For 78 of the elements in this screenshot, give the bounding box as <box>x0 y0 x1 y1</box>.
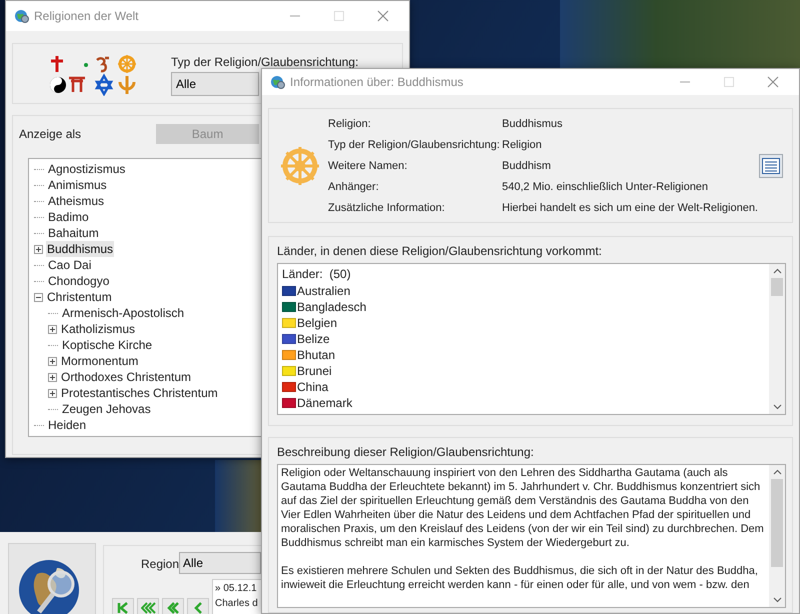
country-item[interactable]: Brunei <box>297 363 332 379</box>
globe-icon <box>270 74 286 90</box>
list-header: Länder: (50) <box>282 266 352 283</box>
scroll-down-icon[interactable] <box>772 404 782 410</box>
close-icon[interactable] <box>767 76 779 88</box>
tree-item[interactable]: Bahaitum <box>47 225 100 241</box>
expand-icon[interactable] <box>48 372 57 382</box>
tree-item[interactable]: Chondogyo <box>47 273 110 289</box>
expand-icon[interactable] <box>34 244 43 254</box>
country-item[interactable]: Bhutan <box>297 347 336 363</box>
country-item[interactable]: China <box>297 379 328 395</box>
expand-icon[interactable] <box>48 388 57 398</box>
scroll-up-icon[interactable] <box>772 469 782 475</box>
nav-button[interactable] <box>137 598 159 614</box>
nav-button[interactable] <box>162 598 184 614</box>
description-label: Beschreibung dieser Religion/Glaubensrichtung: <box>277 445 535 459</box>
tree-item[interactable]: Badimo <box>47 209 90 225</box>
field-value: Buddhismus <box>502 116 564 132</box>
country-item[interactable]: Australien <box>297 283 350 299</box>
window-title: Informationen über: Buddhismus <box>290 74 464 91</box>
tree-item[interactable]: Cao Dai <box>47 257 92 273</box>
globe-button[interactable] <box>8 543 96 614</box>
list-icon <box>762 158 780 174</box>
scroll-thumb[interactable] <box>771 278 783 296</box>
land-area <box>215 460 261 532</box>
region-dropdown[interactable]: Alle <box>179 552 261 574</box>
field-label: Anhänger: <box>328 180 380 194</box>
tree-item[interactable]: Atheismus <box>47 193 106 209</box>
window-title: Religionen der Welt <box>34 8 139 25</box>
field-value: Religion <box>502 138 543 152</box>
type-dropdown[interactable]: Alle <box>171 72 259 96</box>
tree-item[interactable]: Agnostizismus <box>47 161 126 177</box>
globe-icon <box>14 8 30 24</box>
tree-item[interactable]: Orthodoxes Christentum <box>60 369 192 385</box>
scroll-up-icon[interactable] <box>772 268 782 274</box>
scrollbar[interactable] <box>769 264 785 414</box>
country-item[interactable]: Dänemark <box>297 395 352 411</box>
field-label: Typ der Religion/Glaubensrichtung: <box>328 138 501 152</box>
description-text: Es existieren mehrere Schulen und Sekten des Buddhismus, die sich oft in der Natur des Buddha, inwieweit die Erleuchtung erreicht werden kann - für einen oder für alle, und von wem - bzw. den <box>281 564 759 592</box>
triple-chevron-icon <box>140 601 156 614</box>
tree-item[interactable]: Animismus <box>47 177 108 193</box>
double-chevron-icon <box>166 601 180 614</box>
description-text: Religion oder Weltanschauung inspiriert von den Lehren des Siddhartha Gautama (auch als Gautama Buddha der Erleuchtete bekannt) im 5. Jahrhundert v. Chr. Buddhismus konzentriert sich auf das Ziel der spirituellen Erleuchtung gemäß dem Verständnis des Gautama Buddha von den Vier Edlen Wahrheiten über die Natur des Leidens und dem Achtfachen Pfad der spirituellen und moralischen Praxis, um den Kreislauf des Leidens (von der wir ein Teil sind) zu durchbrechen. Dem Buddhismus schreibt man ein karmisches System der Wiedergeburt zu. <box>281 466 765 550</box>
tree-item[interactable]: Protestantisches Christentum <box>60 385 219 401</box>
tree-item[interactable]: Buddhismus <box>46 241 114 257</box>
field-value: Hierbei handelt es sich um eine der Welt-Religionen. <box>502 200 758 216</box>
display-label: Anzeige als <box>19 126 82 143</box>
country-item[interactable]: Belize <box>297 331 330 347</box>
tree-item[interactable]: Heiden <box>47 417 88 433</box>
close-icon[interactable] <box>377 10 389 22</box>
expand-icon[interactable] <box>48 356 57 366</box>
tree-item[interactable]: Koptische Kirche <box>61 337 154 353</box>
tree-item[interactable]: Katholizismus <box>60 321 136 337</box>
scroll-down-icon[interactable] <box>772 597 782 603</box>
tree-item[interactable]: Zeugen Jehovas <box>61 401 152 417</box>
nav-button[interactable] <box>112 598 134 614</box>
tree-item[interactable]: Mormonentum <box>60 353 140 369</box>
skip-to-start-icon <box>116 601 130 614</box>
country-item[interactable]: Bangladesch <box>297 299 366 315</box>
countries-label: Länder, in denen diese Religion/Glaubensrichtung vorkommt: <box>277 244 603 258</box>
field-label: Religion: <box>328 116 372 132</box>
scrollbar[interactable] <box>769 465 785 607</box>
tree-item[interactable]: Armenisch-Apostolisch <box>61 305 186 321</box>
type-label: Typ der Religion/Glaubensrichtung: <box>171 54 358 70</box>
details-button[interactable] <box>759 154 783 178</box>
field-label: Weitere Namen: <box>328 158 408 174</box>
field-label: Zusätzliche Information: <box>328 200 446 216</box>
scroll-thumb[interactable] <box>771 479 783 567</box>
log-line: Charles d <box>215 597 259 611</box>
collapse-icon[interactable] <box>34 292 43 302</box>
tree-item[interactable]: Christentum <box>46 289 113 305</box>
field-value: Buddhism <box>502 158 552 174</box>
country-item[interactable]: Belgien <box>297 315 338 331</box>
field-value: 540,2 Mio. einschließlich Unter-Religionen <box>502 180 710 194</box>
region-label: Region <box>141 556 180 573</box>
expand-icon[interactable] <box>48 324 57 334</box>
nav-button[interactable] <box>187 598 209 614</box>
log-line: » 05.12.1 <box>215 582 258 596</box>
